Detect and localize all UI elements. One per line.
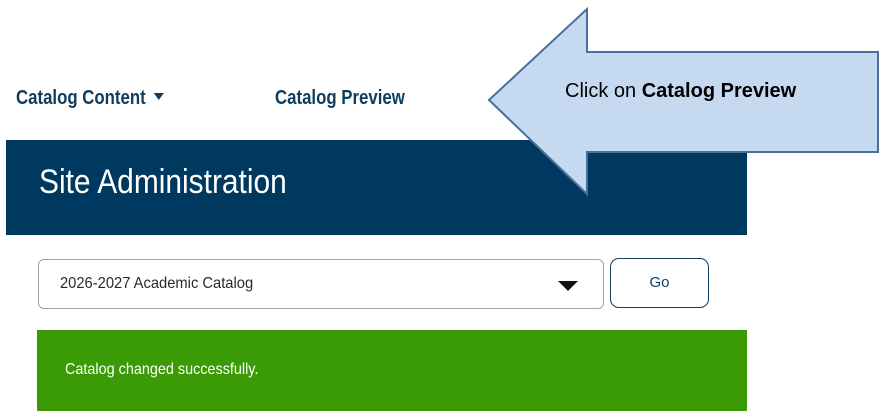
success-alert: Catalog changed successfully. bbox=[37, 330, 747, 411]
nav-catalog-preview[interactable]: Catalog Preview bbox=[275, 87, 405, 110]
catalog-select-value: 2026-2027 Academic Catalog bbox=[60, 275, 254, 292]
caret-down-icon bbox=[154, 93, 165, 101]
callout-prefix: Click on bbox=[565, 80, 642, 102]
success-message: Catalog changed successfully. bbox=[65, 361, 259, 378]
triangle-down-icon bbox=[558, 281, 578, 291]
page-title: Site Administration bbox=[39, 163, 287, 201]
catalog-select[interactable]: 2026-2027 Academic Catalog bbox=[38, 259, 604, 309]
nav-catalog-content[interactable]: Catalog Content bbox=[16, 87, 165, 110]
site-administration-header: Site Administration bbox=[6, 140, 747, 235]
nav-catalog-content-label: Catalog Content bbox=[16, 87, 146, 109]
callout-text: Click on Catalog Preview bbox=[565, 80, 796, 103]
callout-target: Catalog Preview bbox=[641, 80, 797, 102]
go-button[interactable]: Go bbox=[610, 258, 709, 308]
nav-catalog-preview-label: Catalog Preview bbox=[275, 87, 405, 109]
